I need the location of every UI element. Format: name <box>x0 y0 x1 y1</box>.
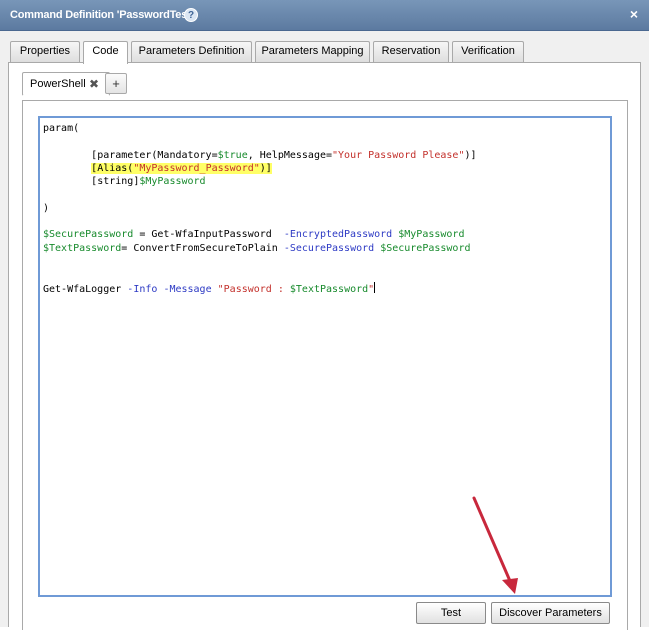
code-editor[interactable]: param( [parameter(Mandatory=$true, HelpM… <box>38 116 612 597</box>
code-line: Get-WfaLogger -Info -Message "Password :… <box>43 281 376 295</box>
code-line: $SecurePassword = Get-WfaInputPassword -… <box>43 229 465 241</box>
tab-verification[interactable]: Verification <box>452 41 524 62</box>
tab-reservation[interactable]: Reservation <box>373 41 449 62</box>
code-line: [Alias("MyPassword_Password")] <box>43 162 610 175</box>
text-caret <box>374 281 376 293</box>
code-line: $TextPassword= ConvertFromSecureToPlain … <box>43 242 471 254</box>
tab-properties[interactable]: Properties <box>10 41 80 62</box>
dialog-title: Command Definition 'PasswordTest' <box>10 9 194 21</box>
close-icon[interactable]: ✖ <box>89 73 99 95</box>
close-icon[interactable]: × <box>627 6 641 22</box>
code-line: param( <box>43 123 80 134</box>
test-button[interactable]: Test <box>416 602 486 624</box>
tab-powershell[interactable]: PowerShell ✖ <box>22 72 110 96</box>
tab-strip: Properties Code Parameters Definition Pa… <box>10 41 640 64</box>
discover-parameters-button[interactable]: Discover Parameters <box>491 602 610 624</box>
code-line: ) <box>43 202 50 214</box>
add-tab-button[interactable]: + <box>105 73 127 94</box>
dialog-titlebar: Command Definition 'PasswordTest' ? × <box>0 0 649 31</box>
help-icon[interactable]: ? <box>184 8 198 22</box>
tab-code[interactable]: Code <box>83 41 128 64</box>
powershell-tab-label: PowerShell <box>30 78 86 90</box>
highlighted-alias: [Alias("MyPassword_Password")] <box>91 162 272 174</box>
code-line: [string]$MyPassword <box>91 176 206 188</box>
tab-parameters-definition[interactable]: Parameters Definition <box>131 41 252 62</box>
code-line: [parameter(Mandatory=$true, HelpMessage=… <box>91 149 477 161</box>
tab-parameters-mapping[interactable]: Parameters Mapping <box>255 41 370 62</box>
